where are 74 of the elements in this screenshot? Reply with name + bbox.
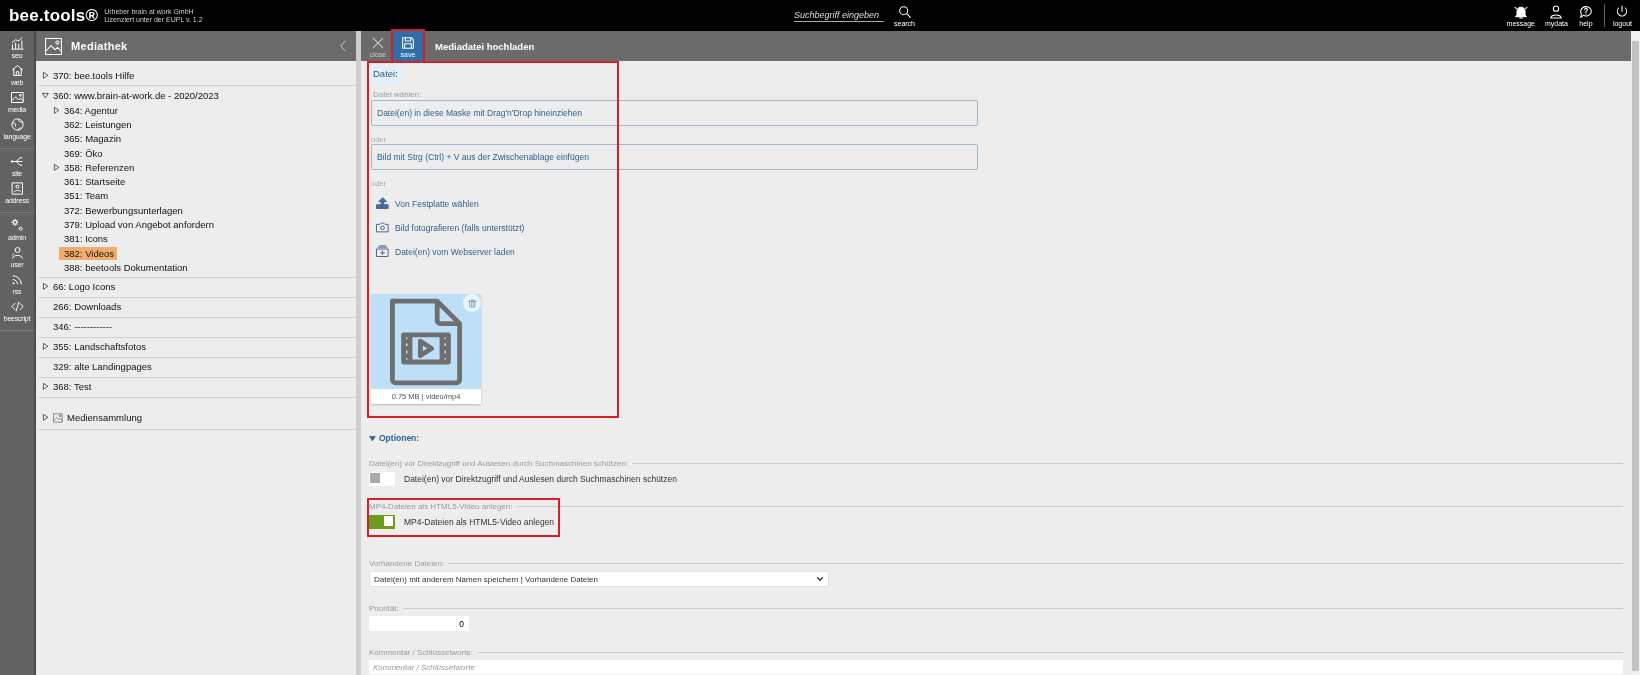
toggle-switch[interactable] (369, 472, 395, 486)
tree-item[interactable]: 379: Upload von Angebot anfordern (64, 218, 217, 231)
trash-icon (466, 297, 478, 309)
bell-icon (1512, 4, 1529, 20)
tree-item[interactable]: 66: Logo Icons (53, 280, 119, 294)
tree-item[interactable]: 364: Agentur (64, 103, 121, 117)
tree-toggle-icon[interactable] (42, 343, 49, 351)
tree-item[interactable]: 388: beetools Dokumentation (64, 260, 191, 274)
tree-item[interactable]: 369: Öko (64, 146, 106, 160)
tree-item[interactable]: 351: Team (64, 189, 112, 203)
tree-item[interactable]: 382: Videos (59, 246, 117, 260)
tree-toggle-icon[interactable] (42, 91, 49, 99)
search-icon (896, 4, 913, 20)
tree-item[interactable]: 362: Leistungen (64, 117, 135, 131)
panel-title: Mediathek (71, 40, 128, 52)
field-legend: Vorhandene Dateien: (369, 559, 445, 568)
rss-icon (9, 272, 25, 287)
globe-icon (9, 117, 25, 132)
code-icon (9, 299, 25, 314)
tree-toggle-icon[interactable] (42, 71, 49, 79)
editor-title: Mediadatei hochladen (435, 40, 535, 52)
tree-item[interactable]: 372: Bewerbungsunterlagen (64, 203, 186, 217)
options-toggle[interactable]: Optionen: (369, 433, 420, 443)
comment-field[interactable]: Kommentar / Schlüsselworte (369, 660, 1623, 674)
section-heading: Datei: (369, 65, 402, 84)
tree-item[interactable]: 370: bee.tools Hilfe (53, 68, 138, 82)
sitemap-icon (9, 154, 25, 169)
field-legend: Priorität: (369, 604, 399, 613)
field-legend: Kommentar / Schlüsselworte: (369, 648, 474, 657)
image-icon (53, 412, 63, 423)
folder-add-icon (375, 244, 390, 259)
contact-card-icon (9, 181, 25, 196)
home-icon (9, 63, 25, 78)
upload-tray-icon (375, 196, 390, 211)
toggle-label: MP4-Dateien als HTML5-Video anlegen (404, 517, 555, 527)
gears-icon (9, 218, 25, 233)
tree-toggle-icon[interactable] (42, 383, 49, 391)
tree-item[interactable]: 365: Magazin (64, 132, 125, 146)
tree-item[interactable]: 358: Referenzen (64, 160, 138, 174)
toggle-switch[interactable] (369, 515, 395, 529)
paste-zone[interactable]: Bild mit Strg (Ctrl) + V aus der Zwischenablage einfügen (371, 144, 978, 170)
dropdown[interactable]: Datei(en) mit anderem Namen speichern | Vorhandene Dateien (369, 571, 829, 587)
tree-item[interactable]: 360: www.brain-at-work.de - 2020/2023 (53, 88, 222, 102)
upload-option-link[interactable]: Von Festplatte wählen (375, 196, 479, 211)
upload-option-link[interactable]: Datei(en) vom Webserver laden (375, 244, 515, 259)
priority-field[interactable]: 0 (369, 616, 469, 631)
person-icon (1548, 4, 1565, 20)
tree-item[interactable]: 355: Landschaftsfotos (53, 340, 149, 354)
search-field[interactable]: Suchbegriff eingeben (794, 9, 884, 22)
tree-item[interactable]: 266: Downloads (53, 300, 125, 314)
tree-toggle-icon[interactable] (53, 106, 60, 114)
caret-icon (816, 575, 824, 583)
tree-toggle-icon[interactable] (42, 414, 49, 422)
tree-item[interactable]: 346: ------------ (53, 320, 116, 334)
upload-option-link[interactable]: Bild fotografieren (falls unterstützt) (375, 220, 525, 235)
image-icon (9, 90, 25, 105)
app-logo: bee.tools® (9, 5, 99, 26)
toggle-label: Datei(en) vor Direktzugriff und Auslesen durch Suchmaschinen schützen (404, 474, 677, 484)
tree-toggle-icon[interactable] (53, 163, 60, 171)
tree-item[interactable]: 381: Icons (64, 232, 111, 246)
bar-chart-icon (9, 36, 25, 51)
drop-zone[interactable]: Datei(en) in diese Maske mit Drag'n'Drop hineinziehen (371, 100, 978, 126)
help-icon (1577, 4, 1594, 20)
tree-item[interactable]: 329: alte Landingpages (53, 360, 155, 374)
image-icon (44, 36, 63, 56)
tree-toggle-icon[interactable] (42, 283, 49, 291)
user-icon (9, 245, 25, 260)
tree-item[interactable]: 361: Startseite (64, 175, 129, 189)
camera-icon (375, 220, 390, 235)
field-legend: MP4-Dateien als HTML5-Video anlegen: (369, 502, 513, 511)
field-label: Datei wählen: (373, 90, 423, 99)
tree-item[interactable]: Mediensammlung (67, 411, 145, 425)
tree-item[interactable]: 368: Test (53, 380, 95, 394)
field-legend: Datei(en) vor Direktzugriff und Auslesen durch Suchmaschinen schützen: (369, 459, 629, 468)
